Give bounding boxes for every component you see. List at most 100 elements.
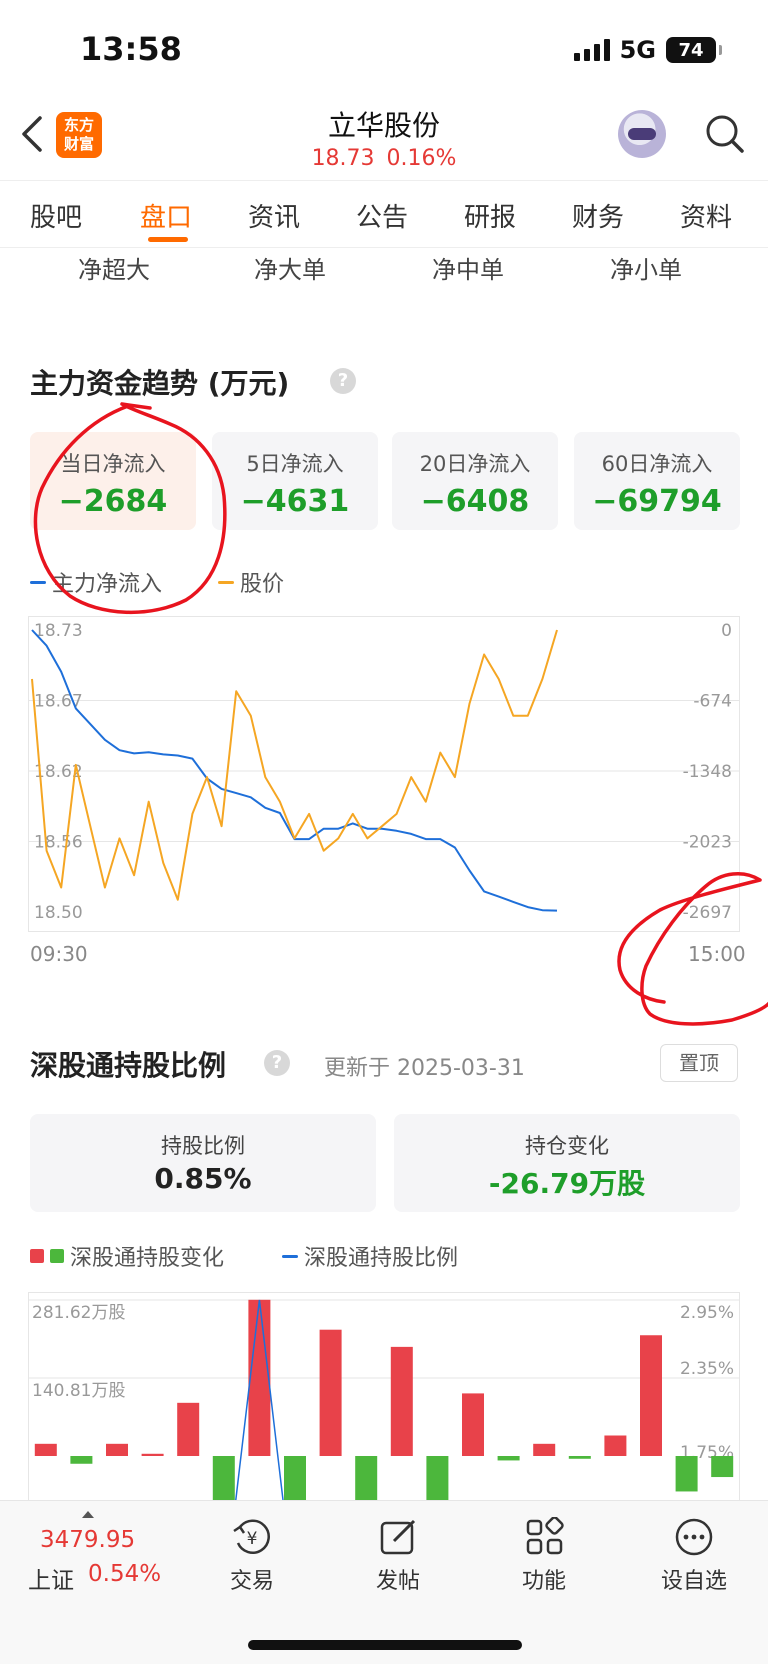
card-label: 当日净流入 xyxy=(60,452,166,476)
y-left-tick-label: 140.81万股 xyxy=(32,1381,125,1401)
tab-research[interactable]: 研报 xyxy=(464,197,516,234)
flow-label: 净大单 xyxy=(254,256,326,284)
legend-label: 深股通持股比例 xyxy=(304,1246,459,1271)
tab-profile[interactable]: 资料 xyxy=(680,197,732,234)
card-60day-inflow[interactable]: 60日净流入 −69794 xyxy=(574,432,740,530)
bar-decrease xyxy=(497,1456,520,1461)
bar-decrease xyxy=(284,1456,306,1502)
card-20day-inflow[interactable]: 20日净流入 −6408 xyxy=(392,432,558,530)
main-flow-chart[interactable]: 18.73 018.67 -67418.62 -134818.56 -202318.50… xyxy=(28,616,740,932)
assistant-avatar-icon[interactable] xyxy=(618,110,666,158)
bar-increase xyxy=(34,1443,57,1456)
home-indicator xyxy=(248,1640,522,1650)
help-icon[interactable]: ? xyxy=(330,368,356,394)
legend-label: 主力净流入 xyxy=(52,572,163,597)
index-name[interactable]: 上证 xyxy=(28,1561,74,1595)
svg-text:¥: ¥ xyxy=(247,1529,258,1549)
nav-label: 设自选 xyxy=(660,1569,727,1594)
chart-frame xyxy=(28,616,740,932)
card-today-inflow[interactable]: 当日净流入 −2684 xyxy=(30,432,196,530)
card-label: 60日净流入 xyxy=(601,452,713,476)
search-icon[interactable] xyxy=(705,114,745,154)
y-left-tick-label: 18.73 xyxy=(34,621,83,641)
chart-frame xyxy=(28,1292,740,1502)
bar-increase xyxy=(390,1346,413,1456)
battery-icon: 74 xyxy=(666,37,722,63)
help-icon[interactable]: ? xyxy=(264,1050,290,1076)
bar-increase xyxy=(141,1453,164,1456)
price-series-line xyxy=(31,629,558,901)
flow-label: 净中单 xyxy=(432,256,504,284)
bar-increase xyxy=(248,1299,271,1456)
trade-icon: ¥ xyxy=(233,1519,270,1554)
bar-increase xyxy=(177,1402,200,1456)
stock-header: 东方 财富 立华股份 18.73 0.16% xyxy=(0,100,768,180)
index-change-pct[interactable]: 0.54% xyxy=(88,1561,161,1587)
y-right-tick-label: -2023 xyxy=(683,833,732,853)
stat-value: -26.79万股 xyxy=(488,1167,646,1200)
bar-increase xyxy=(462,1393,484,1456)
tab-pankou[interactable]: 盘口 xyxy=(140,197,192,234)
stock-price: 18.73 xyxy=(311,146,375,171)
y-right-tick-label: 0 xyxy=(721,621,732,641)
flow-label: 净小单 xyxy=(610,256,682,284)
nav-trade[interactable]: ¥ 交易 xyxy=(202,1517,302,1595)
holding-ratio-card: 持股比例 0.85% xyxy=(30,1114,376,1212)
nav-post[interactable]: 发帖 xyxy=(348,1517,448,1595)
status-indicators: 5G 74 xyxy=(573,36,722,64)
index-value[interactable]: 3479.95 xyxy=(40,1527,135,1553)
edit-icon xyxy=(380,1519,416,1555)
legend-swatch xyxy=(50,1249,64,1263)
nav-add-watchlist[interactable]: 设自选 xyxy=(644,1517,744,1595)
legend-price[interactable]: 股价 xyxy=(218,566,284,598)
bar-increase xyxy=(640,1335,662,1456)
legend-label: 深股通持股变化 xyxy=(70,1246,225,1271)
stock-tabs: 股吧 盘口 资讯 公告 研报 财务 资料 xyxy=(0,180,768,248)
y-right-tick-label: -1348 xyxy=(683,762,732,782)
bar-decrease xyxy=(355,1456,378,1502)
legend-swatch xyxy=(218,580,234,584)
bar-decrease xyxy=(70,1456,93,1464)
legend-holding-change[interactable]: 深股通持股变化 xyxy=(30,1240,224,1272)
bar-decrease xyxy=(711,1456,734,1478)
grid-icon xyxy=(526,1517,564,1555)
tab-announcements[interactable]: 公告 xyxy=(356,197,408,234)
flow-category-labels: 净超大 净大单 净中单 净小单 xyxy=(0,250,768,290)
more-icon xyxy=(675,1518,713,1556)
y-right-tick-label: 2.35% xyxy=(680,1359,734,1379)
legend-holding-ratio[interactable]: 深股通持股比例 xyxy=(282,1240,458,1272)
tab-finance[interactable]: 财务 xyxy=(572,197,624,234)
nav-functions[interactable]: 功能 xyxy=(494,1517,594,1595)
pin-top-button[interactable]: 置顶 xyxy=(660,1044,738,1082)
legend-swatch xyxy=(30,1249,44,1263)
holding-change-chart[interactable]: 281.62万股140.81万股2.95%2.35%1.75% xyxy=(28,1292,740,1502)
bar-increase xyxy=(106,1443,128,1456)
y-right-tick-label: -2697 xyxy=(683,903,732,923)
y-right-tick-label: -674 xyxy=(693,692,732,712)
time-start-label: 09:30 xyxy=(30,942,88,966)
bar-increase xyxy=(533,1443,556,1456)
flow-label: 净超大 xyxy=(78,256,150,284)
status-time: 13:58 xyxy=(80,30,182,68)
expand-up-icon[interactable] xyxy=(82,1511,94,1518)
y-right-tick-label: 2.95% xyxy=(680,1303,734,1323)
legend-swatch xyxy=(30,580,46,584)
card-label: 5日净流入 xyxy=(246,452,344,476)
card-value: −2684 xyxy=(58,484,168,519)
y-left-tick-label: 18.50 xyxy=(34,903,83,923)
tab-guba[interactable]: 股吧 xyxy=(30,197,82,234)
card-value: −4631 xyxy=(240,484,350,519)
holding-title: 深股通持股比例 xyxy=(30,1049,227,1082)
nav-label: 功能 xyxy=(521,1569,566,1594)
card-label: 20日净流入 xyxy=(419,452,531,476)
bar-decrease xyxy=(568,1456,591,1459)
y-left-tick-label: 18.56 xyxy=(34,833,83,853)
tab-news[interactable]: 资讯 xyxy=(248,197,300,234)
nav-label: 交易 xyxy=(229,1569,274,1594)
card-5day-inflow[interactable]: 5日净流入 −4631 xyxy=(212,432,378,530)
stat-label: 持股比例 xyxy=(161,1134,245,1158)
stat-value: 0.85% xyxy=(154,1162,252,1195)
legend-main-inflow[interactable]: 主力净流入 xyxy=(30,566,162,598)
stock-change-pct: 0.16% xyxy=(386,146,457,171)
bar-decrease xyxy=(426,1456,449,1502)
